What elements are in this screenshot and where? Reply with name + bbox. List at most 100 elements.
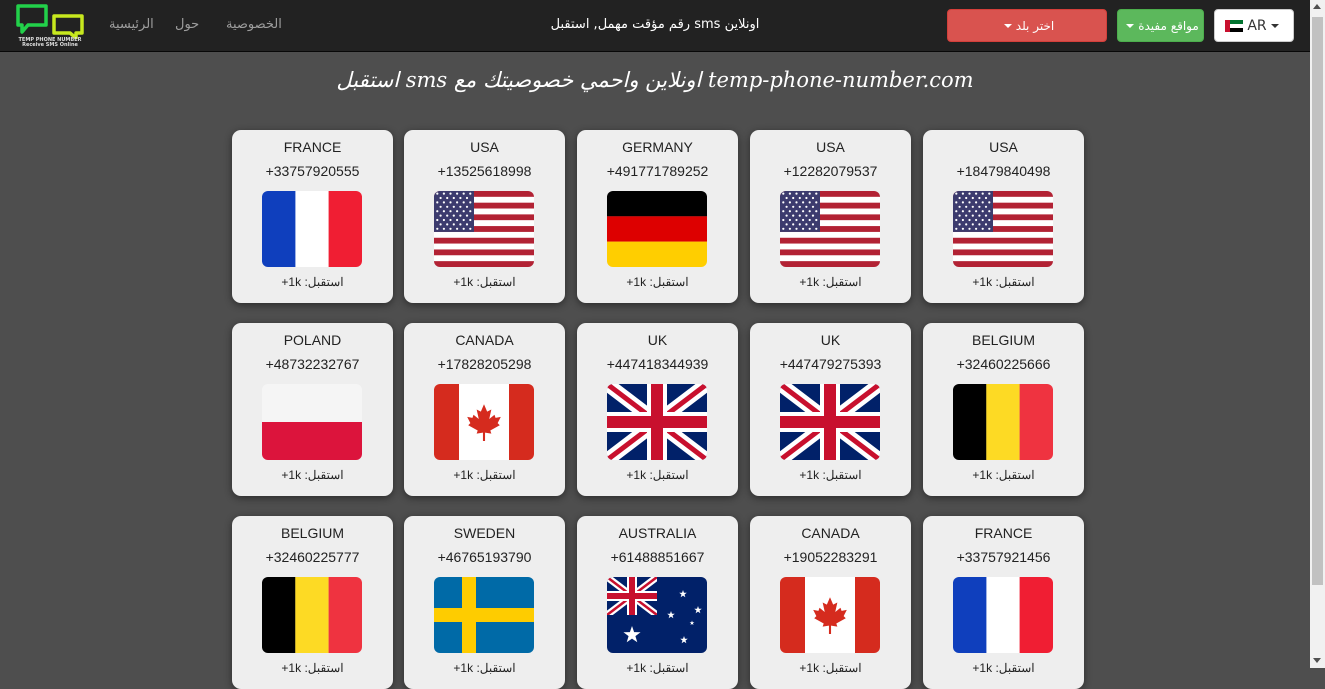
card-country: FRANCE (283, 139, 342, 155)
number-card[interactable]: USA +13525618998 استقبل: 1k+ (404, 130, 565, 303)
nav-privacy-link[interactable]: الخصوصية (226, 17, 282, 32)
received-label: استقبل: (304, 275, 344, 289)
card-phone-number[interactable]: +32460225666 (923, 356, 1084, 372)
received-count: استقبل: 1k+ (577, 275, 738, 289)
card-phone-number[interactable]: +46765193790 (404, 549, 565, 565)
received-value: 1k+ (972, 468, 993, 482)
received-label: استقبل: (822, 661, 862, 675)
canada-flag-icon[interactable] (434, 384, 534, 460)
received-value: 1k+ (626, 661, 647, 675)
scrollbar-thumb[interactable] (1312, 17, 1323, 585)
card-country: USA (989, 139, 1018, 155)
received-value: 1k+ (626, 468, 647, 482)
received-label: استقبل: (649, 468, 689, 482)
navbar-tagline: رقم مؤقت مهمل, استقبل sms اونلاين (550, 17, 760, 32)
number-card[interactable]: BELGIUM +32460225666 استقبل: 1k+ (923, 323, 1084, 496)
received-label: استقبل: (304, 661, 344, 675)
germany-flag-icon[interactable] (607, 191, 707, 267)
uk-flag-icon[interactable] (607, 384, 707, 460)
card-country: CANADA (801, 525, 860, 541)
language-select-button[interactable]: AR (1214, 9, 1294, 42)
received-value: 1k+ (799, 275, 820, 289)
card-phone-number[interactable]: +33757920555 (232, 163, 393, 179)
card-phone-number[interactable]: +447418344939 (577, 356, 738, 372)
chat-bubbles-logo-icon (16, 4, 84, 40)
card-phone-number[interactable]: +12282079537 (750, 163, 911, 179)
belgium-flag-icon[interactable] (953, 384, 1053, 460)
card-country: POLAND (283, 332, 342, 348)
number-card[interactable]: USA +12282079537 استقبل: 1k+ (750, 130, 911, 303)
number-card[interactable]: AUSTRALIA +61488851667 استقبل: 1k+ (577, 516, 738, 689)
received-value: 1k+ (281, 661, 302, 675)
canada-flag-icon[interactable] (780, 577, 880, 653)
received-label: استقبل: (822, 275, 862, 289)
belgium-flag-icon[interactable] (262, 577, 362, 653)
sweden-flag-icon[interactable] (434, 577, 534, 653)
uae-flag-icon (1225, 19, 1244, 32)
number-card[interactable]: BELGIUM +32460225777 استقبل: 1k+ (232, 516, 393, 689)
number-card[interactable]: FRANCE +33757920555 استقبل: 1k+ (232, 130, 393, 303)
card-country: UK (647, 332, 668, 348)
received-count: استقبل: 1k+ (232, 661, 393, 675)
card-phone-number[interactable]: +32460225777 (232, 549, 393, 565)
received-count: استقبل: 1k+ (923, 275, 1084, 289)
site-logo[interactable]: TEMP PHONE NUMBER Receive SMS Online (14, 3, 86, 48)
choose-country-button[interactable]: اختر بلد (947, 9, 1107, 42)
received-label: استقبل: (649, 661, 689, 675)
received-count: استقبل: 1k+ (232, 275, 393, 289)
card-phone-number[interactable]: +19052283291 (750, 549, 911, 565)
card-phone-number[interactable]: +61488851667 (577, 549, 738, 565)
card-country: GERMANY (622, 139, 693, 155)
number-card[interactable]: POLAND +48732232767 استقبل: 1k+ (232, 323, 393, 496)
received-value: 1k+ (281, 275, 302, 289)
top-navbar: TEMP PHONE NUMBER Receive SMS Online الر… (0, 0, 1310, 52)
usa-flag-icon[interactable] (780, 191, 880, 267)
received-count: استقبل: 1k+ (923, 468, 1084, 482)
australia-flag-icon[interactable] (607, 577, 707, 653)
scroll-down-arrow-icon[interactable] (1313, 658, 1321, 663)
received-label: استقبل: (476, 661, 516, 675)
card-phone-number[interactable]: +13525618998 (404, 163, 565, 179)
received-value: 1k+ (799, 468, 820, 482)
scroll-up-arrow-icon[interactable] (1313, 4, 1321, 9)
card-phone-number[interactable]: +33757921456 (923, 549, 1084, 565)
card-phone-number[interactable]: +17828205298 (404, 356, 565, 372)
received-value: 1k+ (626, 275, 647, 289)
received-count: استقبل: 1k+ (404, 275, 565, 289)
france-flag-icon[interactable] (953, 577, 1053, 653)
uk-flag-icon[interactable] (780, 384, 880, 460)
language-label: AR (1247, 17, 1267, 34)
received-count: استقبل: 1k+ (404, 661, 565, 675)
received-value: 1k+ (453, 661, 474, 675)
number-card[interactable]: CANADA +19052283291 استقبل: 1k+ (750, 516, 911, 689)
card-country: USA (816, 139, 845, 155)
card-phone-number[interactable]: +491771789252 (577, 163, 738, 179)
card-phone-number[interactable]: +48732232767 (232, 356, 393, 372)
received-count: استقبل: 1k+ (577, 661, 738, 675)
card-country: SWEDEN (453, 525, 516, 541)
number-card[interactable]: USA +18479840498 استقبل: 1k+ (923, 130, 1084, 303)
received-count: استقبل: 1k+ (750, 661, 911, 675)
caret-down-icon (1126, 23, 1135, 28)
received-value: 1k+ (972, 661, 993, 675)
card-phone-number[interactable]: +447479275393 (750, 356, 911, 372)
received-value: 1k+ (281, 468, 302, 482)
number-card[interactable]: FRANCE +33757921456 استقبل: 1k+ (923, 516, 1084, 689)
usa-flag-icon[interactable] (953, 191, 1053, 267)
nav-about-link[interactable]: حول (175, 17, 199, 32)
number-card[interactable]: UK +447418344939 استقبل: 1k+ (577, 323, 738, 496)
card-country: USA (470, 139, 499, 155)
number-card[interactable]: SWEDEN +46765193790 استقبل: 1k+ (404, 516, 565, 689)
received-label: استقبل: (995, 661, 1035, 675)
card-phone-number[interactable]: +18479840498 (923, 163, 1084, 179)
card-country: BELGIUM (280, 525, 344, 541)
number-card[interactable]: UK +447479275393 استقبل: 1k+ (750, 323, 911, 496)
nav-home-link[interactable]: الرئيسية (109, 17, 154, 32)
poland-flag-icon[interactable] (262, 384, 362, 460)
received-count: استقبل: 1k+ (577, 468, 738, 482)
number-card[interactable]: CANADA +17828205298 استقبل: 1k+ (404, 323, 565, 496)
france-flag-icon[interactable] (262, 191, 362, 267)
number-card[interactable]: GERMANY +491771789252 استقبل: 1k+ (577, 130, 738, 303)
useful-sites-button[interactable]: مواقع مفيدة (1117, 9, 1204, 42)
usa-flag-icon[interactable] (434, 191, 534, 267)
